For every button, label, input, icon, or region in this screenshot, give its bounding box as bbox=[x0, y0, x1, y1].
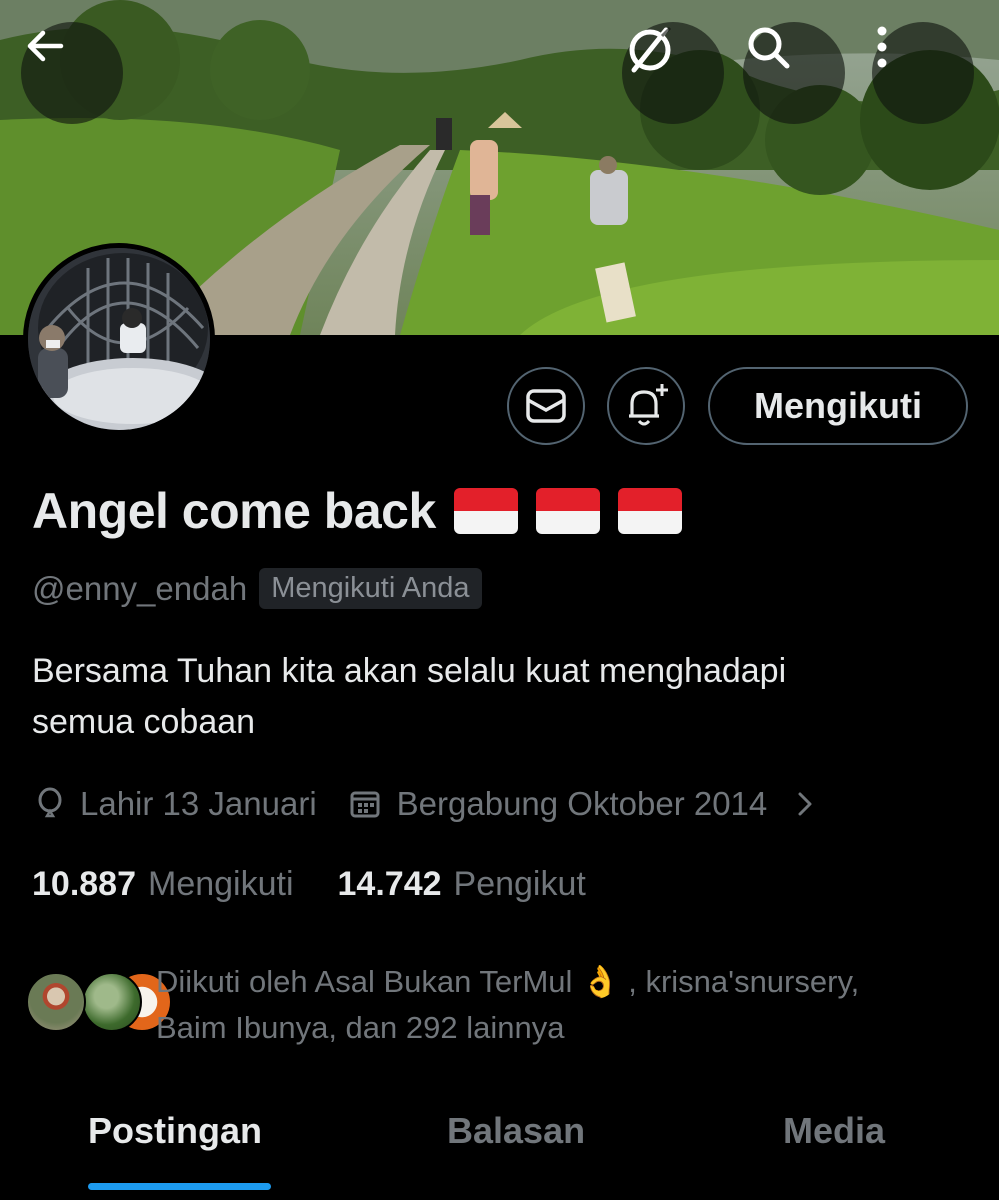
chevron-right-icon bbox=[798, 792, 812, 816]
follower-avatar bbox=[82, 972, 142, 1032]
user-handle: @enny_endah bbox=[32, 569, 248, 607]
bell-plus-icon bbox=[629, 384, 668, 426]
following-button[interactable]: Mengikuti bbox=[708, 367, 968, 445]
more-vertical-icon bbox=[877, 26, 887, 68]
calendar-icon bbox=[350, 791, 380, 818]
display-name: Angel come back bbox=[32, 483, 436, 539]
notifications-button[interactable] bbox=[607, 367, 685, 445]
followed-by[interactable]: Diikuti oleh Asal Bukan TerMul 👌 , krisn… bbox=[24, 955, 984, 1055]
followers-stat[interactable]: 14.742 Pengikut bbox=[338, 865, 586, 904]
birthday: Lahir 13 Januari bbox=[32, 785, 317, 823]
avatar[interactable] bbox=[23, 243, 215, 435]
indonesia-flag-icon bbox=[617, 488, 682, 534]
joined-text: Bergabung Oktober 2014 bbox=[396, 785, 768, 822]
active-tab-indicator bbox=[88, 1183, 271, 1190]
handle-row: @enny_endah Mengikuti Anda bbox=[32, 568, 482, 609]
balloon-icon bbox=[38, 787, 62, 818]
followed-by-line: Baim Ibunya, dan 292 lainnya bbox=[156, 1010, 565, 1045]
search-icon bbox=[748, 27, 790, 69]
message-button[interactable] bbox=[507, 367, 585, 445]
followed-by-line: Diikuti oleh Asal Bukan TerMul 👌 , krisn… bbox=[156, 964, 860, 999]
indonesia-flag-icon bbox=[535, 488, 600, 534]
tab-media[interactable]: Media bbox=[783, 1110, 885, 1152]
birthday-text: Lahir 13 Januari bbox=[80, 785, 317, 822]
followed-by-text: Diikuti oleh Asal Bukan TerMul 👌 , krisn… bbox=[156, 959, 986, 1051]
tab-postingan[interactable]: Postingan bbox=[88, 1110, 262, 1152]
arrow-left-icon bbox=[27, 30, 64, 62]
follows-you-badge: Mengikuti Anda bbox=[259, 568, 482, 609]
following-stat[interactable]: 10.887 Mengikuti bbox=[32, 865, 294, 904]
search-button[interactable] bbox=[743, 22, 845, 124]
following-label: Mengikuti bbox=[148, 864, 294, 903]
bio-line: Bersama Tuhan kita akan selalu kuat meng… bbox=[32, 652, 787, 690]
avatar-photo bbox=[28, 248, 210, 430]
tab-balasan[interactable]: Balasan bbox=[447, 1110, 585, 1152]
followers-count: 14.742 bbox=[337, 864, 442, 903]
more-options-button[interactable] bbox=[872, 22, 974, 124]
bio: Bersama Tuhan kita akan selalu kuat meng… bbox=[32, 646, 962, 748]
display-name-row: Angel come back bbox=[32, 480, 682, 542]
profile-tabs: Postingan Balasan Media bbox=[0, 1090, 999, 1200]
following-count: 10.887 bbox=[32, 864, 136, 903]
followers-label: Pengikut bbox=[453, 864, 586, 903]
joined-date[interactable]: Bergabung Oktober 2014 bbox=[347, 785, 820, 823]
follow-stats: 10.887 Mengikuti 14.742 Pengikut bbox=[32, 860, 586, 908]
follower-avatar bbox=[26, 972, 86, 1032]
indonesia-flag-icon bbox=[453, 488, 518, 534]
profile-meta: Lahir 13 Januari Bergabung Oktober 2014 bbox=[32, 780, 819, 828]
back-button[interactable] bbox=[21, 22, 123, 124]
grok-button[interactable] bbox=[622, 22, 724, 124]
grok-icon bbox=[629, 26, 672, 73]
mail-icon bbox=[526, 389, 566, 423]
bio-line: semua cobaan bbox=[32, 703, 256, 741]
